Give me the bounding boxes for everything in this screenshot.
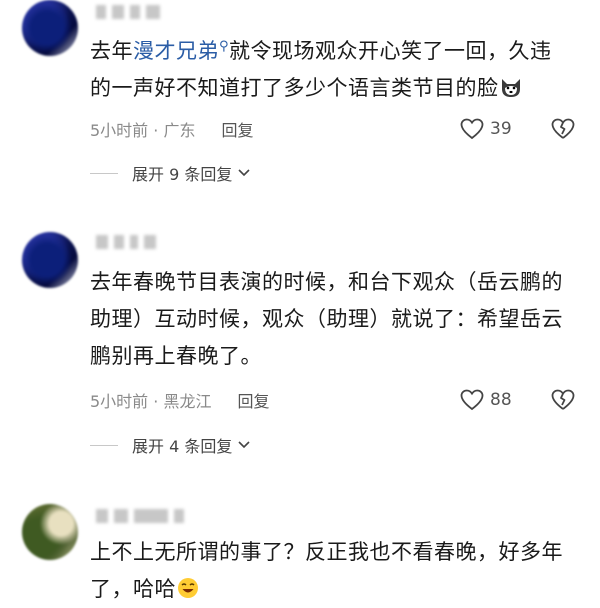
avatar[interactable] bbox=[22, 0, 78, 56]
topic-link[interactable]: 漫才兄弟 bbox=[133, 39, 219, 63]
avatar[interactable] bbox=[22, 232, 78, 288]
laughing-emoji bbox=[178, 578, 198, 598]
username-blurred[interactable] bbox=[96, 506, 184, 526]
expand-label: 展开 4 条回复 bbox=[132, 437, 233, 456]
heart-outline-icon bbox=[460, 389, 484, 411]
expand-label: 展开 9 条回复 bbox=[132, 165, 233, 184]
chevron-down-icon bbox=[238, 169, 250, 177]
heart-outline-icon bbox=[460, 118, 484, 140]
username-blurred[interactable] bbox=[96, 232, 156, 252]
comment-meta: 5小时前 · 广东 回复 bbox=[90, 117, 590, 141]
divider bbox=[90, 444, 118, 446]
comment-text-part: 上不上无所谓的事了？反正我也不看春晚，好多年了，哈哈 bbox=[90, 540, 563, 601]
expand-replies-button[interactable]: 展开 4 条回复 bbox=[90, 433, 250, 457]
broken-heart-icon bbox=[551, 389, 575, 410]
like-count: 39 bbox=[490, 119, 512, 139]
time-location: 5小时前 · 广东 bbox=[90, 121, 196, 140]
comment-item: 去年春晚节目表演的时候，和台下观众（岳云鹏的助理）互动时候，观众（助理）就说了：… bbox=[0, 230, 600, 470]
chevron-down-icon bbox=[238, 441, 250, 449]
like-button[interactable]: 88 bbox=[460, 388, 512, 412]
dog-face-emoji bbox=[501, 79, 520, 97]
reply-button[interactable]: 回复 bbox=[237, 388, 269, 412]
expand-replies-button[interactable]: 展开 9 条回复 bbox=[90, 161, 250, 185]
comment-item: 去年漫才兄弟⚲就令现场观众开心笑了一回，久违的一声好不知道打了多少个语言类节目的… bbox=[0, 0, 600, 200]
divider bbox=[90, 172, 118, 174]
avatar[interactable] bbox=[22, 504, 78, 560]
comment-text-part: 去年春晚节目表演的时候，和台下观众（岳云鹏的助理）互动时候，观众（助理）就说了：… bbox=[90, 270, 563, 368]
dislike-button[interactable] bbox=[551, 388, 575, 412]
search-link-icon: ⚲ bbox=[219, 39, 230, 54]
like-button[interactable]: 39 bbox=[460, 117, 512, 141]
comment-item: 上不上无所谓的事了？反正我也不看春晚，好多年了，哈哈 bbox=[0, 500, 600, 601]
comment-text: 上不上无所谓的事了？反正我也不看春晚，好多年了，哈哈 bbox=[90, 534, 570, 608]
username-blurred[interactable] bbox=[96, 2, 160, 22]
comment-text: 去年春晚节目表演的时候，和台下观众（岳云鹏的助理）互动时候，观众（助理）就说了：… bbox=[90, 264, 570, 375]
comment-text: 去年漫才兄弟⚲就令现场观众开心笑了一回，久违的一声好不知道打了多少个语言类节目的… bbox=[90, 28, 570, 107]
comment-meta: 5小时前 · 黑龙江 回复 bbox=[90, 388, 590, 412]
broken-heart-icon bbox=[551, 118, 575, 139]
dislike-button[interactable] bbox=[551, 117, 575, 141]
like-count: 88 bbox=[490, 390, 512, 410]
comment-text-part: 去年 bbox=[90, 39, 133, 63]
time-location: 5小时前 · 黑龙江 bbox=[90, 392, 212, 411]
reply-button[interactable]: 回复 bbox=[221, 117, 253, 141]
